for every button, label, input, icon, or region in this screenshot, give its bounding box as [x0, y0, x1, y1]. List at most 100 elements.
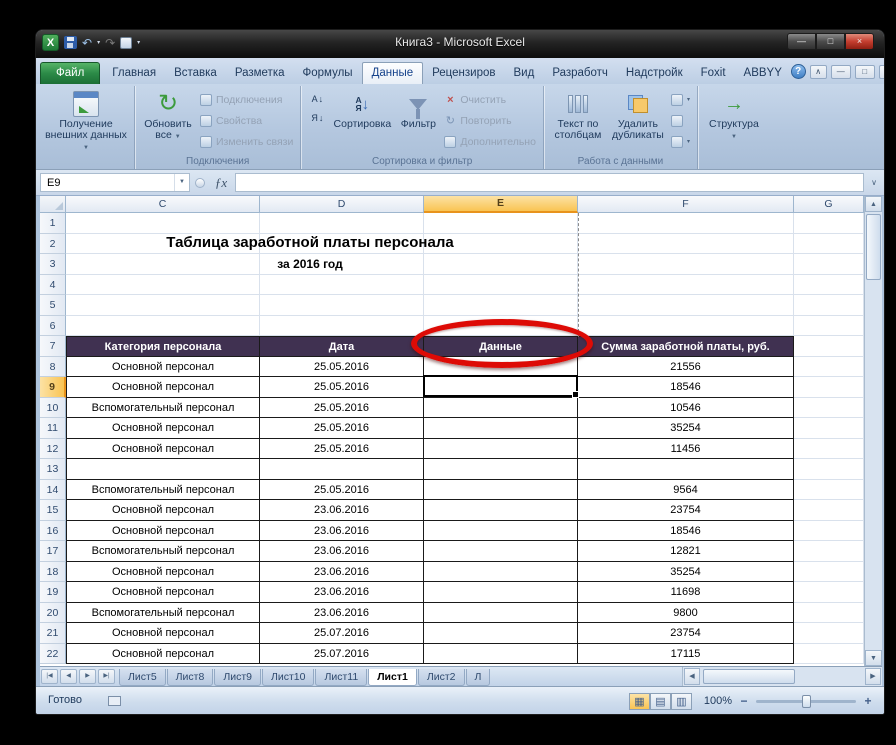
- cell-E4[interactable]: [424, 275, 578, 296]
- cell-G5[interactable]: [794, 295, 864, 316]
- view-button-1[interactable]: ▤: [650, 693, 671, 710]
- cell-G18[interactable]: [794, 562, 864, 583]
- cell-F13[interactable]: [578, 459, 794, 480]
- row-header-14[interactable]: 14: [40, 480, 66, 501]
- what-if-analysis-button[interactable]: ▾: [668, 131, 693, 152]
- cell-G16[interactable]: [794, 521, 864, 542]
- formula-input[interactable]: [235, 173, 864, 192]
- cell-D13[interactable]: [260, 459, 424, 480]
- data-validation-button[interactable]: ▾: [668, 89, 693, 110]
- row-header-10[interactable]: 10: [40, 398, 66, 419]
- row-header-6[interactable]: 6: [40, 316, 66, 337]
- cell-G12[interactable]: [794, 439, 864, 460]
- row-header-12[interactable]: 12: [40, 439, 66, 460]
- scroll-down-icon[interactable]: ▼: [865, 650, 882, 666]
- advanced-filter-button[interactable]: Дополнительно: [441, 131, 539, 152]
- row-header-9[interactable]: 9: [40, 377, 66, 398]
- cell-E20[interactable]: [424, 603, 578, 624]
- tab-ABBYY PDF[interactable]: ABBYY PDF: [735, 63, 791, 84]
- view-button-0[interactable]: ▦: [629, 693, 650, 710]
- tab-Разработч[interactable]: Разработч: [543, 63, 617, 84]
- cell-G7[interactable]: [794, 336, 864, 357]
- cell-F10[interactable]: 10546: [578, 398, 794, 419]
- cell-D15[interactable]: 23.06.2016: [260, 500, 424, 521]
- cell-G22[interactable]: [794, 644, 864, 665]
- doc-close-button[interactable]: ×: [879, 65, 884, 79]
- sheet-tab-Лист1[interactable]: Лист1: [368, 669, 417, 686]
- tab-Формулы[interactable]: Формулы: [294, 63, 362, 84]
- cell-F8[interactable]: 21556: [578, 357, 794, 378]
- row-header-15[interactable]: 15: [40, 500, 66, 521]
- sheet-nav-button-2[interactable]: ▶: [79, 669, 96, 684]
- row-header-8[interactable]: 8: [40, 357, 66, 378]
- zoom-in-icon[interactable]: +: [862, 694, 874, 708]
- row-header-11[interactable]: 11: [40, 418, 66, 439]
- sheet-tab-Л[interactable]: Л: [466, 669, 491, 686]
- vertical-scrollbar[interactable]: ▲ ▼: [864, 196, 882, 666]
- cell-F1[interactable]: [578, 213, 794, 234]
- column-header-F[interactable]: F: [578, 196, 794, 213]
- cell-F11[interactable]: 35254: [578, 418, 794, 439]
- cell-G17[interactable]: [794, 541, 864, 562]
- active-cell-outline[interactable]: [423, 375, 578, 397]
- cell-E15[interactable]: [424, 500, 578, 521]
- cell-E10[interactable]: [424, 398, 578, 419]
- cell-C9[interactable]: Основной персонал: [66, 377, 260, 398]
- tab-Данные[interactable]: Данные: [362, 62, 424, 84]
- scroll-up-icon[interactable]: ▲: [865, 196, 882, 212]
- cell-F22[interactable]: 17115: [578, 644, 794, 665]
- cell-F5[interactable]: [578, 295, 794, 316]
- row-header-22[interactable]: 22: [40, 644, 66, 665]
- cell-D18[interactable]: 23.06.2016: [260, 562, 424, 583]
- cell-C10[interactable]: Вспомогательный персонал: [66, 398, 260, 419]
- cell-G6[interactable]: [794, 316, 864, 337]
- cell-G11[interactable]: [794, 418, 864, 439]
- sort-desc-button[interactable]: Я↓: [305, 108, 329, 127]
- row-header-3[interactable]: 3: [40, 254, 66, 275]
- column-header-D[interactable]: D: [260, 196, 424, 213]
- cell-E14[interactable]: [424, 480, 578, 501]
- insert-function-button[interactable]: ƒx: [210, 175, 232, 191]
- zoom-out-icon[interactable]: −: [738, 694, 750, 708]
- cell-C8[interactable]: Основной персонал: [66, 357, 260, 378]
- cell-F4[interactable]: [578, 275, 794, 296]
- filter-button[interactable]: Фильтр: [395, 87, 441, 130]
- name-box-caret-icon[interactable]: ▼: [174, 174, 189, 191]
- help-icon[interactable]: ?: [791, 64, 806, 79]
- cell-E18[interactable]: [424, 562, 578, 583]
- cell-D16[interactable]: 23.06.2016: [260, 521, 424, 542]
- cell-E21[interactable]: [424, 623, 578, 644]
- cell-D12[interactable]: 25.05.2016: [260, 439, 424, 460]
- sheet-nav-button-3[interactable]: ▶|: [98, 669, 115, 684]
- formula-bar-expand-icon[interactable]: ∨: [867, 178, 881, 187]
- vertical-scroll-thumb[interactable]: [866, 214, 881, 280]
- row-header-5[interactable]: 5: [40, 295, 66, 316]
- cell-E13[interactable]: [424, 459, 578, 480]
- maximize-button[interactable]: □: [816, 33, 845, 50]
- cell-C15[interactable]: Основной персонал: [66, 500, 260, 521]
- sheet-tab-Лист5[interactable]: Лист5: [119, 669, 166, 686]
- cell-C21[interactable]: Основной персонал: [66, 623, 260, 644]
- cell-C16[interactable]: Основной персонал: [66, 521, 260, 542]
- tab-Рецензиров[interactable]: Рецензиров: [423, 63, 504, 84]
- view-button-2[interactable]: ▥: [671, 693, 692, 710]
- row-header-21[interactable]: 21: [40, 623, 66, 644]
- cell-G2[interactable]: [794, 234, 864, 255]
- zoom-slider[interactable]: [756, 700, 856, 703]
- formula-bar-splitter[interactable]: [195, 178, 205, 188]
- sheet-nav-button-0[interactable]: |◀: [41, 669, 58, 684]
- row-header-4[interactable]: 4: [40, 275, 66, 296]
- cell-D8[interactable]: 25.05.2016: [260, 357, 424, 378]
- cell-E17[interactable]: [424, 541, 578, 562]
- cell-G9[interactable]: [794, 377, 864, 398]
- cell-D6[interactable]: [260, 316, 424, 337]
- cell-D22[interactable]: 25.07.2016: [260, 644, 424, 665]
- cell-G14[interactable]: [794, 480, 864, 501]
- cell-F20[interactable]: 9800: [578, 603, 794, 624]
- tab-Надстройк[interactable]: Надстройк: [617, 63, 692, 84]
- cell-C13[interactable]: [66, 459, 260, 480]
- horizontal-scrollbar[interactable]: ◀ ▶: [682, 667, 882, 686]
- tab-Вставка[interactable]: Вставка: [165, 63, 226, 84]
- cell-F7[interactable]: Сумма заработной платы, руб.: [578, 336, 794, 357]
- cell-F18[interactable]: 35254: [578, 562, 794, 583]
